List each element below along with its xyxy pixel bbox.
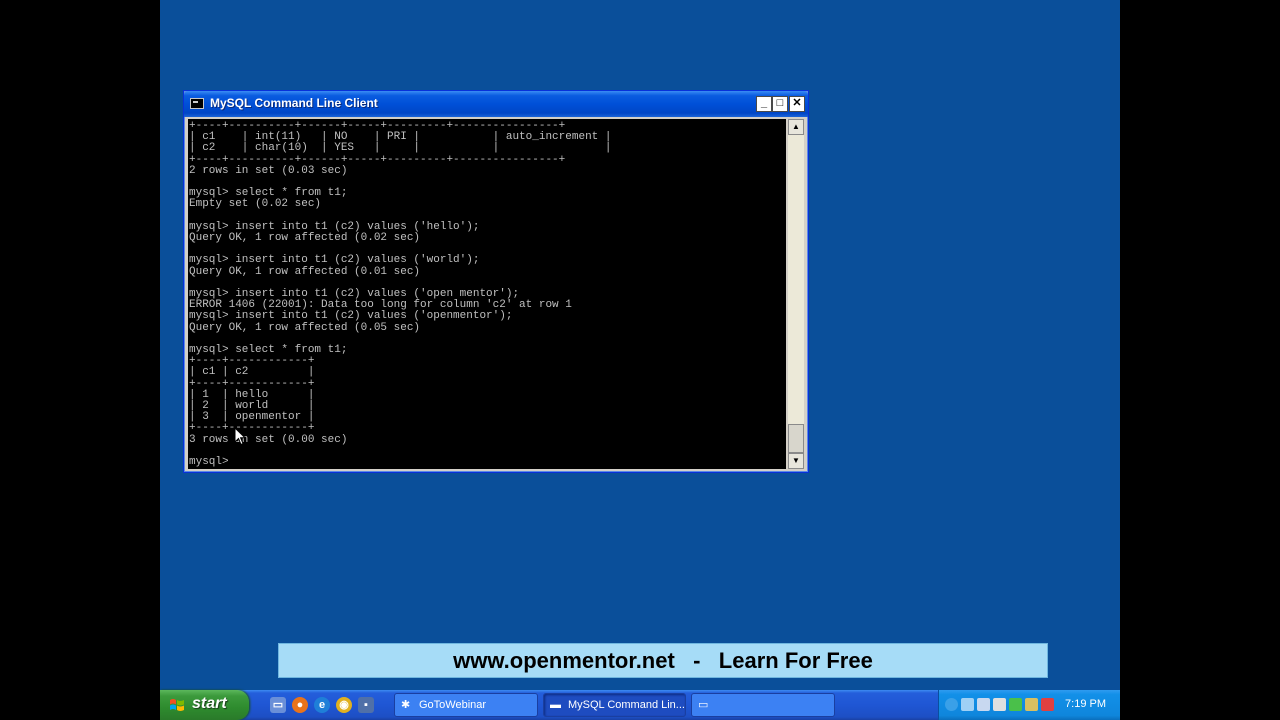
tray-volume-icon[interactable] <box>1025 698 1038 711</box>
scroll-thumb[interactable] <box>788 424 804 453</box>
console-line: +----+------------+ <box>189 377 315 390</box>
console-line: mysql> insert into t1 (c2) values ('worl… <box>189 254 480 267</box>
firefox-icon[interactable]: ● <box>292 697 308 713</box>
console-line: | 1 | hello | <box>189 388 315 401</box>
console-line: mysql> <box>189 456 229 469</box>
console-line: +----+----------+------+-----+---------+… <box>189 153 566 166</box>
tray-back-icon[interactable] <box>945 698 958 711</box>
console-line: | 3 | openmentor | <box>189 411 315 424</box>
scroll-up-arrow-icon[interactable]: ▲ <box>788 119 804 135</box>
window-icon: ▭ <box>698 699 709 711</box>
taskbar-gotowebinar[interactable]: ✱ GoToWebinar <box>394 693 538 717</box>
console-line: 3 rows in set (0.00 sec) <box>189 433 348 446</box>
title-bar[interactable]: MySQL Command Line Client _ □ ✕ <box>184 91 808 117</box>
mouse-pointer-icon <box>234 427 246 446</box>
system-tray: 7:19 PM <box>938 690 1120 720</box>
console-line: | c1 | int(11) | NO | PRI | | auto_incre… <box>189 131 612 144</box>
console-line: Query OK, 1 row affected (0.02 sec) <box>189 232 421 245</box>
console-line: ERROR 1406 (22001): Data too long for co… <box>189 299 572 312</box>
start-label: start <box>192 695 227 712</box>
taskbar-mysql-console[interactable]: ▬ MySQL Command Lin... <box>543 693 686 717</box>
console-line: mysql> insert into t1 (c2) values ('open… <box>189 288 520 301</box>
console-quicklaunch-icon[interactable]: ▪ <box>358 697 374 713</box>
taskbar-mysql-console-label: MySQL Command Lin... <box>568 699 685 711</box>
console-icon: ▬ <box>550 699 561 711</box>
start-button[interactable]: start <box>160 690 249 720</box>
console-text: +----+----------+------+-----+---------+… <box>188 119 786 468</box>
tray-security-icon[interactable] <box>1009 698 1022 711</box>
console-line: +----+------------+ <box>189 355 315 368</box>
tray-network-icon[interactable] <box>977 698 990 711</box>
console-line: Query OK, 1 row affected (0.05 sec) <box>189 321 421 334</box>
console-line: | 2 | world | <box>189 400 315 413</box>
internet-explorer-icon[interactable]: e <box>314 697 330 713</box>
console-line: Empty set (0.02 sec) <box>189 198 322 211</box>
desktop: MySQL Command Line Client _ □ ✕ +----+--… <box>160 0 1120 720</box>
console-line: +----+------------+ <box>189 422 315 435</box>
console-line: mysql> insert into t1 (c2) values ('open… <box>189 310 513 323</box>
show-desktop-icon[interactable]: ▭ <box>270 697 286 713</box>
vertical-scrollbar[interactable]: ▲ ▼ <box>788 119 804 469</box>
window-title: MySQL Command Line Client <box>210 96 378 110</box>
tray-gotowebinar-icon[interactable] <box>961 698 974 711</box>
scroll-down-arrow-icon[interactable]: ▼ <box>788 453 804 469</box>
clock: 7:19 PM <box>1065 698 1106 710</box>
taskbar-gotowebinar-label: GoToWebinar <box>419 699 487 711</box>
console-output[interactable]: +----+----------+------+-----+---------+… <box>188 119 786 469</box>
console-line: | c1 | c2 | <box>189 366 315 379</box>
gotowebinar-icon: ✱ <box>401 699 411 711</box>
tray-alert-icon[interactable] <box>1041 698 1054 711</box>
taskbar: start ▭ ● e ◉ ▪ ✱ GoToWebinar ▬ MySQL Co… <box>160 690 1120 720</box>
console-app-icon[interactable] <box>190 98 204 109</box>
console-line: Query OK, 1 row affected (0.01 sec) <box>189 265 421 278</box>
console-line: mysql> insert into t1 (c2) values ('hell… <box>189 220 480 233</box>
console-line: mysql> select * from t1; <box>189 187 348 200</box>
taskbar-window[interactable]: ▭ <box>691 693 835 717</box>
mysql-console-window[interactable]: MySQL Command Line Client _ □ ✕ +----+--… <box>183 90 809 473</box>
windows-flag-icon <box>170 699 184 711</box>
maximize-button[interactable]: □ <box>772 96 788 112</box>
minimize-button[interactable]: _ <box>756 96 772 112</box>
chrome-icon[interactable]: ◉ <box>336 697 352 713</box>
console-line: +----+----------+------+-----+---------+… <box>189 120 566 132</box>
console-line: mysql> select * from t1; <box>189 344 348 357</box>
console-line: | c2 | char(10) | YES | | | | <box>189 142 612 155</box>
close-button[interactable]: ✕ <box>789 96 805 112</box>
promo-banner: www.openmentor.net - Learn For Free <box>278 643 1048 678</box>
tray-device-icon[interactable] <box>993 698 1006 711</box>
console-line: 2 rows in set (0.03 sec) <box>189 164 348 177</box>
